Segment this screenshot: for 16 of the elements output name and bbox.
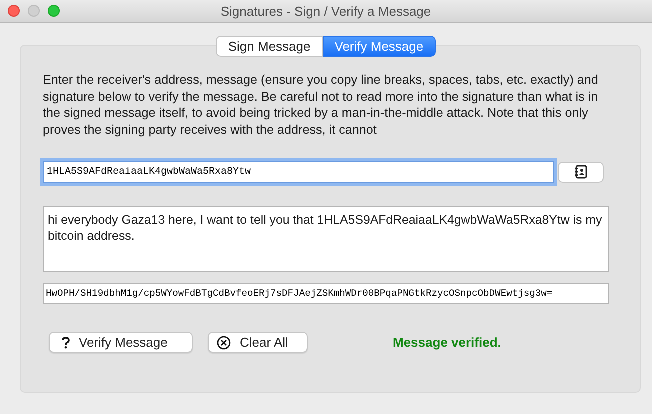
instructions-text: Enter the receiver's address, message (ensure you copy line breaks, spaces, tabs, etc. exactly) and signature below to verify the message. Be careful not to read more into the signature than what is in the signed message itself, to avoid being tricked by a man-in-the-middle attack. Note that this only proves the signing party receives with the address, it cannot bbox=[43, 72, 600, 138]
tab[interactable]: Sign Message bbox=[216, 36, 323, 57]
clear-icon bbox=[217, 336, 231, 350]
message-field[interactable]: hi everybody Gaza13 here, I want to tell you that 1HLA5S9AFdReaiaaLK4gwbWaWa5Rxa8Ytw is my bitcoin address. bbox=[43, 206, 609, 272]
signature-field[interactable]: HwOPH/SH19dbhM1g/cp5WYowFdBTgCdBvfeoERj7sDFJAejZSKmhWDr00BPqaPNGtkRzycOSnpcObDWEwtjsg3w= bbox=[43, 283, 609, 304]
address-book-icon bbox=[574, 165, 588, 179]
tab[interactable]: Verify Message bbox=[322, 36, 436, 57]
zoom-button[interactable] bbox=[48, 5, 60, 17]
clear-button[interactable]: Clear All bbox=[208, 332, 308, 353]
close-button[interactable] bbox=[8, 5, 20, 17]
verify-button[interactable]: Verify Message bbox=[49, 332, 193, 353]
question-icon bbox=[62, 336, 70, 348]
address-field[interactable]: 1HLA5S9AFdReaiaaLK4gwbWaWa5Rxa8Ytw bbox=[43, 161, 554, 183]
status-message: Message verified. bbox=[393, 335, 502, 350]
window-title: Signatures - Sign / Verify a Message bbox=[220, 4, 432, 18]
address-book-button[interactable] bbox=[558, 162, 604, 182]
